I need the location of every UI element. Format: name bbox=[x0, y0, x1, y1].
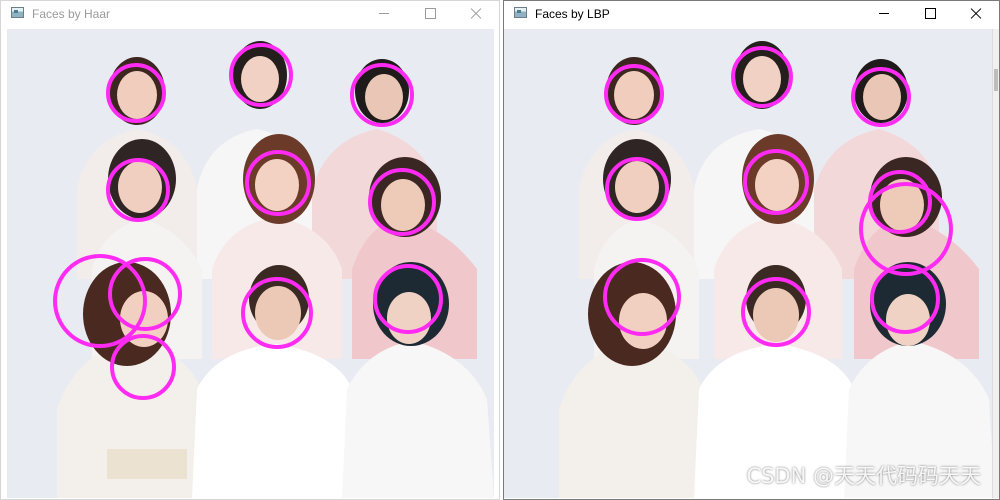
face-detection-circle bbox=[245, 150, 311, 216]
face-detection-circle bbox=[110, 334, 176, 400]
lbp-window: Faces by LBP CSDN @天天代码码天天 bbox=[503, 0, 1000, 500]
face-detection-circle bbox=[106, 158, 170, 222]
window-title: Faces by Haar bbox=[32, 7, 111, 21]
face-detection-circle bbox=[373, 264, 443, 334]
minimize-button[interactable] bbox=[861, 1, 907, 27]
face-detection-circle bbox=[241, 277, 313, 349]
face-detection-circle bbox=[106, 63, 166, 123]
scrollbar[interactable] bbox=[992, 29, 999, 498]
face-detection-circle bbox=[229, 43, 293, 107]
face-detection-circle bbox=[851, 67, 911, 127]
maximize-button[interactable] bbox=[407, 1, 453, 27]
face-detection-circle bbox=[368, 168, 436, 236]
close-button[interactable] bbox=[953, 1, 999, 27]
minimize-button[interactable] bbox=[361, 1, 407, 27]
titlebar[interactable]: Faces by LBP bbox=[504, 1, 999, 29]
close-button[interactable] bbox=[453, 1, 499, 27]
detection-overlay bbox=[603, 46, 953, 347]
face-detection-circle bbox=[741, 277, 811, 347]
maximize-button[interactable] bbox=[907, 1, 953, 27]
haar-window: Faces by Haar bbox=[0, 0, 500, 500]
face-detection-circle bbox=[605, 157, 669, 221]
detection-image bbox=[7, 29, 494, 498]
titlebar[interactable]: Faces by Haar bbox=[1, 1, 499, 29]
app-window-icon bbox=[11, 7, 24, 18]
face-detection-circle bbox=[603, 258, 681, 336]
face-detection-circle bbox=[731, 46, 793, 108]
detection-image: CSDN @天天代码码天天 bbox=[504, 29, 995, 498]
detection-overlay bbox=[53, 43, 443, 400]
face-detection-circle bbox=[859, 182, 953, 276]
face-detection-circle bbox=[53, 254, 147, 348]
face-detection-circle bbox=[604, 64, 664, 124]
app-window-icon bbox=[514, 7, 527, 18]
window-title: Faces by LBP bbox=[535, 7, 610, 21]
face-detection-circle bbox=[743, 149, 809, 215]
watermark: CSDN @天天代码码天天 bbox=[746, 464, 981, 488]
face-detection-circle bbox=[350, 63, 414, 127]
scrollbar-thumb[interactable] bbox=[994, 69, 998, 91]
face-detection-circle bbox=[868, 170, 932, 234]
